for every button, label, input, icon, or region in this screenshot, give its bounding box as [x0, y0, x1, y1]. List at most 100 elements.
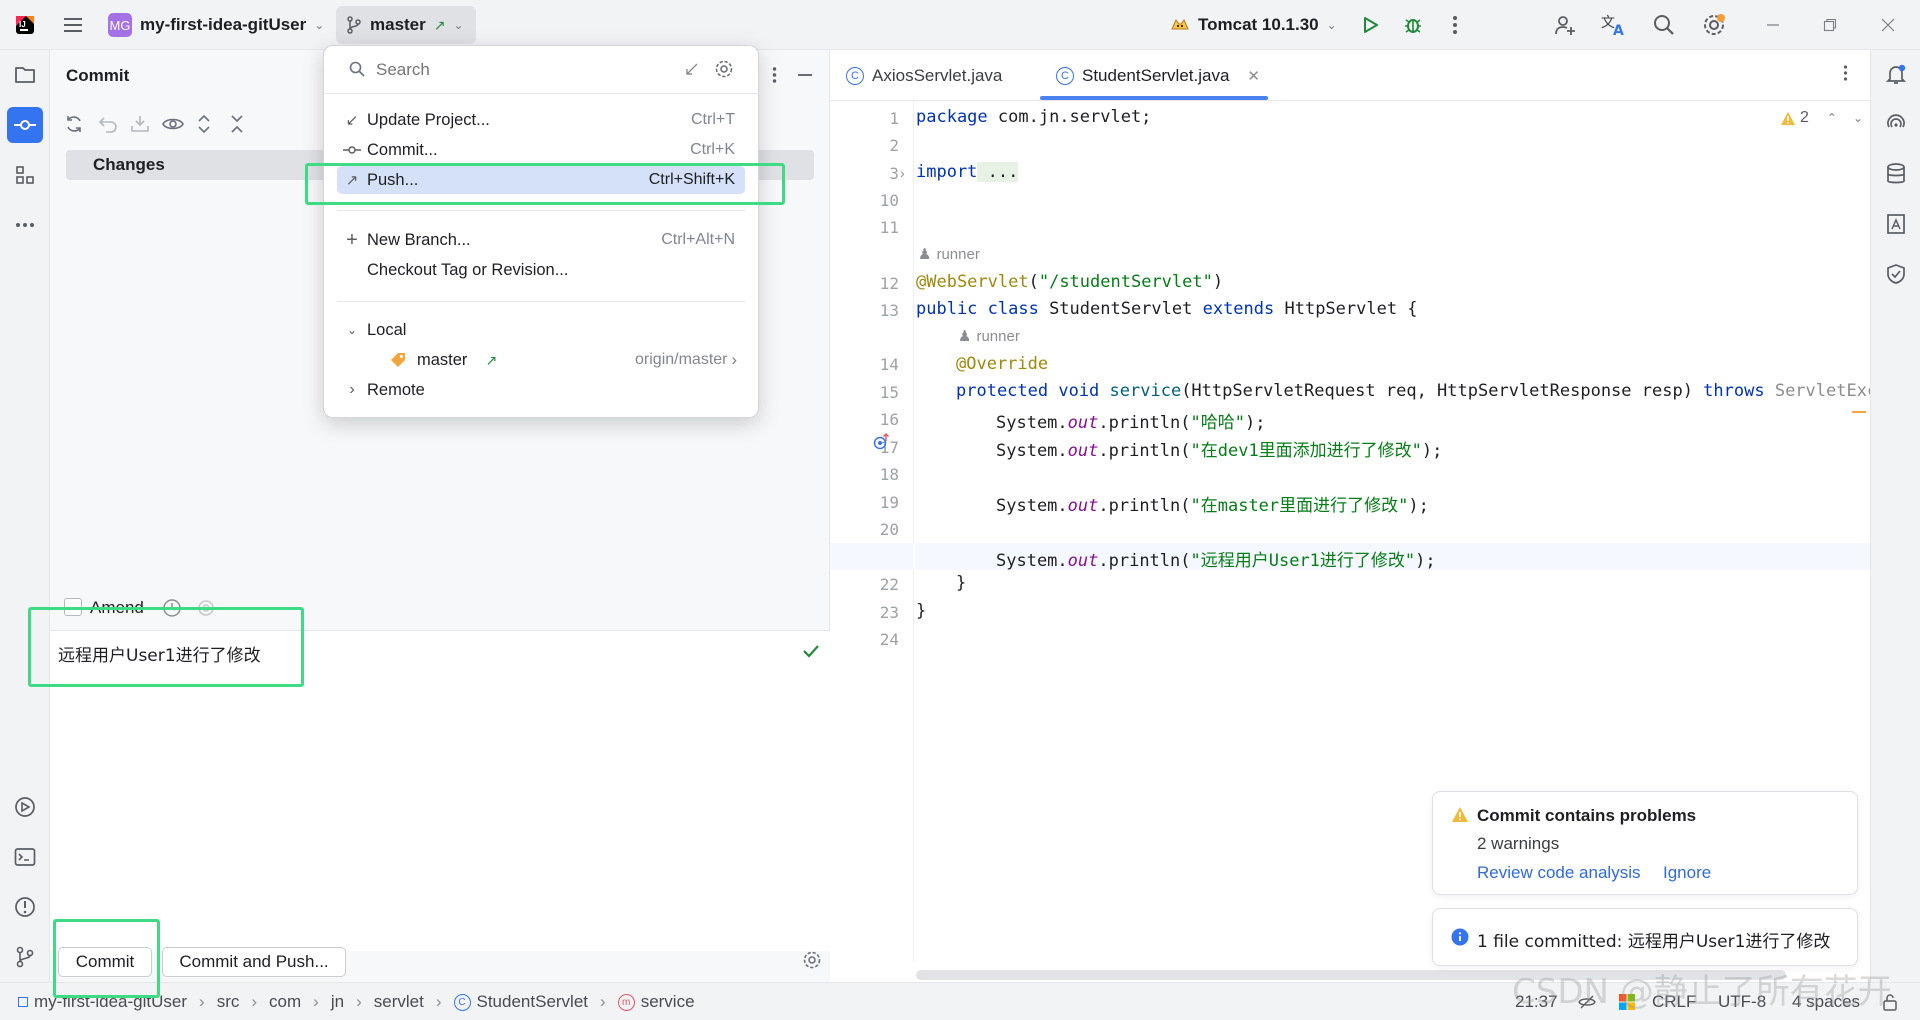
chevron-down-icon[interactable]: ⌄ — [1853, 111, 1863, 125]
chevron-down-icon: ⌄ — [346, 323, 358, 337]
notification-message: 1 file committed: 远程用户User1进行了修改 — [1477, 932, 1831, 952]
notification-title: Commit contains problems — [1477, 806, 1697, 825]
branch-name: master — [370, 15, 426, 34]
project-folder-icon[interactable] — [7, 57, 43, 93]
more-actions-icon[interactable] — [1441, 11, 1469, 39]
breadcrumb-item[interactable]: service — [641, 992, 695, 1012]
separator-icon: › — [313, 992, 319, 1011]
info-icon — [1451, 928, 1469, 946]
git-branch-popup: ↙ Update Project... Ctrl+T Commit... Ctr… — [323, 45, 760, 418]
chevron-up-icon[interactable]: ⌃ — [1827, 111, 1837, 125]
line-number: 18 — [879, 465, 899, 484]
commit-options-gear-icon[interactable] — [802, 950, 822, 970]
breadcrumb-item[interactable]: jn — [331, 992, 344, 1012]
tab-student-servlet[interactable]: C StudentServlet.java ✕ — [1056, 50, 1260, 101]
breadcrumb-item[interactable]: servlet — [374, 992, 424, 1012]
code-line: protected void service(HttpServletReques… — [956, 381, 1898, 401]
commit-and-push-button[interactable]: Commit and Push... — [162, 947, 346, 977]
search-icon[interactable] — [1650, 11, 1678, 39]
terminal-icon[interactable] — [7, 839, 43, 875]
local-branches-group[interactable]: ⌄ Local — [337, 316, 745, 344]
line-number: 19 — [879, 493, 899, 512]
main-menu-icon[interactable] — [59, 11, 87, 39]
project-selector[interactable]: MG my-first-idea-gitUser ⌄ — [108, 11, 324, 39]
editor-tabs: C AxiosServlet.java C StudentServlet.jav… — [830, 50, 1870, 101]
highlight-box-commit — [53, 919, 160, 998]
update-project-item[interactable]: ↙ Update Project... Ctrl+T — [337, 106, 745, 134]
debug-icon[interactable] — [1399, 11, 1427, 39]
commit-item[interactable]: Commit... Ctrl+K — [337, 136, 745, 164]
database-icon[interactable] — [1878, 156, 1914, 192]
line-number: 12 — [879, 274, 899, 293]
left-tool-stripe — [0, 50, 50, 982]
run-config-name: Tomcat 10.1.30 — [1198, 15, 1319, 34]
highlight-box-push — [305, 163, 785, 205]
line-number: 2 — [889, 136, 899, 155]
ignore-link[interactable]: Ignore — [1663, 863, 1711, 883]
checkout-tag-item[interactable]: Checkout Tag or Revision... — [337, 256, 745, 284]
git-icon[interactable] — [7, 939, 43, 975]
chevron-right-icon: › — [349, 381, 355, 398]
user-icon: ♟ — [918, 246, 932, 263]
branch-item-master[interactable]: master ↗ origin/master › — [337, 346, 745, 374]
hide-panel-icon[interactable] — [794, 64, 816, 86]
rollback-icon[interactable] — [98, 114, 120, 136]
minimize-icon[interactable] — [1759, 11, 1787, 39]
tab-label: AxiosServlet.java — [872, 65, 1003, 85]
branch-search-input[interactable] — [376, 56, 646, 84]
panel-options-icon[interactable] — [763, 64, 785, 86]
commit-tool-icon[interactable] — [7, 107, 43, 143]
settings-icon[interactable] — [1700, 11, 1728, 39]
app-logo-icon[interactable]: IJ — [11, 11, 39, 39]
remote-branches-group[interactable]: › Remote — [337, 376, 745, 404]
breadcrumb-item[interactable]: src — [217, 992, 240, 1012]
collapse-all-icon[interactable] — [229, 114, 251, 136]
translate-doc-icon[interactable] — [1878, 206, 1914, 242]
notifications-bell-icon[interactable] — [1878, 56, 1914, 92]
run-config-selector[interactable]: Tomcat 10.1.30 ⌄ — [1170, 11, 1337, 39]
outgoing-arrow-icon: ↗ — [485, 351, 498, 368]
tab-options-icon[interactable] — [1843, 65, 1848, 81]
author-hint[interactable]: ♟ runner — [958, 327, 1020, 346]
ai-assistant-icon[interactable] — [1878, 106, 1914, 142]
inspection-widget[interactable]: 2 ⌃ ⌄ — [1780, 109, 1863, 127]
preview-eye-icon[interactable] — [162, 114, 184, 136]
problems-icon[interactable] — [7, 889, 43, 925]
branch-selector[interactable]: master ↗ ⌄ — [336, 6, 476, 44]
restore-icon[interactable] — [1816, 11, 1844, 39]
shortcut-label: Ctrl+K — [690, 141, 735, 158]
collapse-tree-icon[interactable] — [684, 61, 700, 77]
close-tab-icon[interactable]: ✕ — [1247, 67, 1260, 85]
breadcrumb-item[interactable]: StudentServlet — [477, 992, 589, 1012]
breadcrumb-item[interactable]: com — [269, 992, 301, 1012]
expand-all-icon[interactable] — [196, 114, 218, 136]
warning-stripe-marker[interactable] — [1852, 411, 1866, 413]
close-window-icon[interactable] — [1874, 11, 1902, 39]
services-icon[interactable] — [7, 789, 43, 825]
menu-item-label: Commit... — [367, 140, 438, 159]
shelve-icon[interactable] — [130, 114, 152, 136]
review-code-analysis-link[interactable]: Review code analysis — [1477, 863, 1640, 883]
separator-icon: › — [435, 992, 442, 1011]
title-bar: IJ MG my-first-idea-gitUser ⌄ master ↗ ⌄… — [0, 0, 1920, 50]
popup-search-bar — [324, 46, 760, 94]
new-branch-item[interactable]: + New Branch... Ctrl+Alt+N — [337, 226, 745, 254]
refresh-icon[interactable] — [64, 114, 86, 136]
tab-label: StudentServlet.java — [1082, 65, 1230, 85]
run-icon[interactable] — [1356, 11, 1384, 39]
override-marker-icon[interactable] — [872, 432, 892, 452]
line-number: 16 — [879, 410, 899, 429]
settings-icon[interactable] — [714, 59, 734, 79]
author-hint[interactable]: ♟ runner — [918, 245, 980, 264]
branch-name: master — [417, 350, 468, 369]
security-shield-icon[interactable] — [1878, 256, 1914, 292]
tab-axios-servlet[interactable]: C AxiosServlet.java — [846, 50, 1002, 101]
more-tools-icon[interactable] — [7, 207, 43, 243]
translate-icon[interactable]: 文A — [1600, 11, 1628, 39]
code-line: public class StudentServlet extends Http… — [916, 299, 1418, 319]
structure-icon[interactable] — [7, 157, 43, 193]
method-icon: m — [617, 993, 635, 1011]
fold-arrow-icon[interactable]: › — [900, 165, 905, 181]
add-user-icon[interactable] — [1551, 11, 1579, 39]
user-icon: ♟ — [958, 328, 972, 345]
